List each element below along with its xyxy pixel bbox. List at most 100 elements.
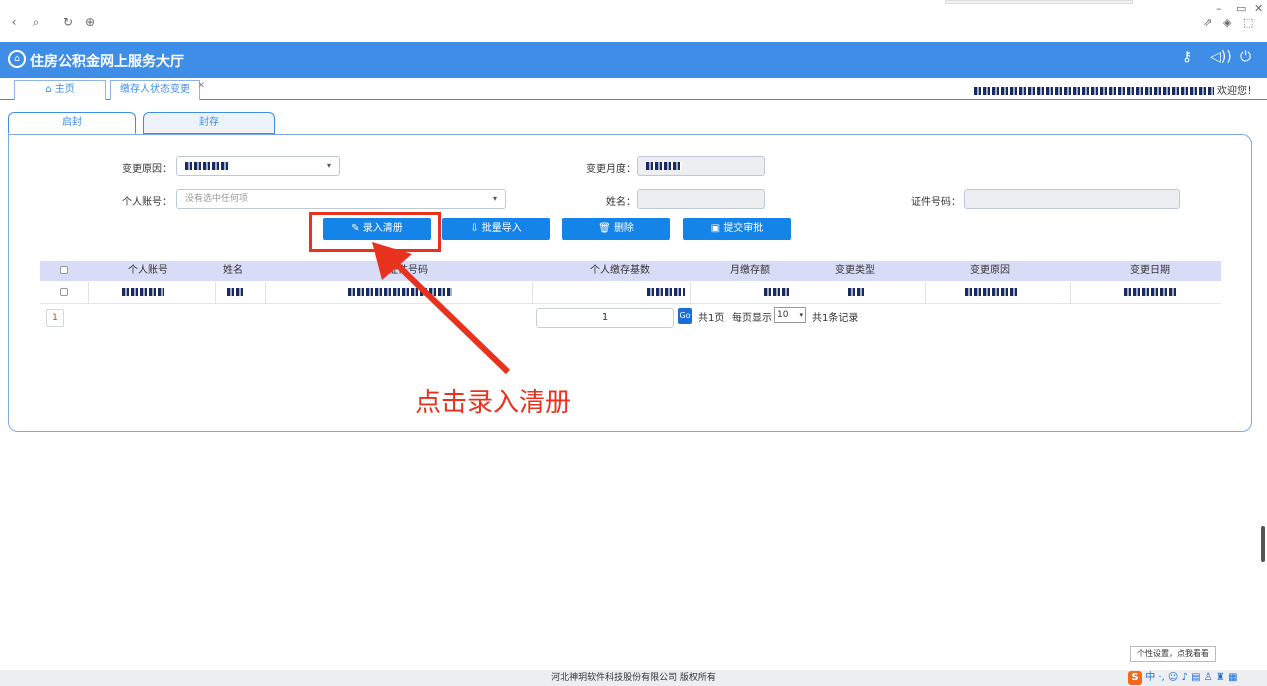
subtab-bar: 启封 封存 [8, 112, 1252, 136]
account-label: 个人账号： [122, 197, 172, 208]
select-all-checkbox[interactable] [52, 261, 76, 281]
user-info-redacted [973, 87, 1214, 95]
col-name: 姓名 [223, 265, 243, 276]
save-icon: ▣ [710, 223, 724, 234]
menu-icon[interactable]: ▦ [1228, 672, 1237, 683]
cell-name-redacted [225, 282, 245, 304]
change-month-value-redacted [646, 161, 682, 170]
cell-monthly-redacted [762, 282, 792, 304]
copyright-text: 河北神玥软件科技股份有限公司 版权所有 [551, 673, 716, 683]
table-row[interactable] [40, 282, 1221, 304]
welcome-text: 欢迎您！ [1217, 86, 1257, 97]
total-records: 共1条记录 [812, 313, 859, 324]
address-bar-dropdown [945, 0, 1133, 4]
subtab-unseal[interactable]: 启封 [8, 112, 136, 134]
pager: 1 1 Go 共1页 每页显示 10 ▾ 共1条记录 [40, 305, 1221, 329]
id-number-field[interactable] [964, 189, 1180, 209]
skin-icon[interactable]: ♜ [1216, 672, 1225, 683]
id-number-label: 证件号码： [911, 197, 961, 208]
row-checkbox[interactable] [52, 282, 76, 304]
back-icon[interactable]: ‹ [4, 10, 24, 34]
name-field[interactable] [637, 189, 765, 209]
per-page-select[interactable]: 10 ▾ [774, 307, 806, 323]
account-placeholder: 没有选中任何项 [185, 194, 249, 204]
share-icon[interactable]: ⇗ [1203, 16, 1212, 29]
link-icon[interactable]: ⌕ [26, 10, 46, 34]
restore-button[interactable]: ▭ [1236, 2, 1246, 15]
refresh-icon[interactable]: ↻ [58, 10, 78, 34]
extension-icon[interactable]: ◈ [1223, 16, 1231, 29]
minimize-button[interactable]: – [1216, 2, 1222, 15]
go-button[interactable]: Go [678, 308, 692, 324]
cell-change-type-redacted [846, 282, 866, 304]
account-select[interactable]: 没有选中任何项 ▾ [176, 189, 506, 209]
power-icon[interactable]: ⏻ [1240, 49, 1251, 65]
app-window: ‹ ⌕ ↻ ⊕ – ▭ ✕ ⇗ ◈ ⬚ ⌂ 住房公积金网上服务大厅 ⚷ ◁)) … [0, 0, 1267, 686]
col-change-date: 变更日期 [1130, 265, 1170, 276]
annotation-callout: 点击录入清册 [415, 388, 572, 418]
col-monthly: 月缴存额 [730, 265, 770, 276]
col-change-type: 变更类型 [835, 265, 875, 276]
submit-approval-button[interactable]: ▣ 提交审批 [683, 218, 791, 240]
change-reason-label: 变更原因： [122, 164, 172, 175]
app-header: ⌂ 住房公积金网上服务大厅 ⚷ ◁)) ⏻ [0, 42, 1267, 78]
ime-toolbar[interactable]: S 中 ·, ☺ ♪ ▤ ♙ ♜ ▦ [1128, 669, 1267, 686]
tab-home-label: 主页 [54, 84, 75, 95]
sound-icon[interactable]: ◁)) [1210, 49, 1232, 65]
change-reason-select[interactable]: ▾ [176, 156, 340, 176]
scrollbar[interactable] [1261, 526, 1265, 562]
logo-icon: ⌂ [8, 50, 26, 68]
app-title: 住房公积金网上服务大厅 [30, 54, 184, 70]
cell-change-date-redacted [1120, 282, 1180, 304]
tab-home[interactable]: ⌂ 主页 [14, 80, 106, 100]
punctuation-icon[interactable]: ·, [1158, 672, 1164, 683]
delete-button[interactable]: 🗑 删除 [562, 218, 670, 240]
user-greeting: 欢迎您！ [973, 82, 1257, 97]
user-icon[interactable]: ♙ [1204, 672, 1213, 683]
col-base: 个人缴存基数 [590, 265, 650, 276]
subtab-seal[interactable]: 封存 [143, 112, 275, 134]
globe-icon[interactable]: ⊕ [80, 10, 100, 34]
trash-icon: 🗑 [598, 223, 614, 234]
page-tab-bar: ⌂ 主页 缴存人状态变更 ✕ 欢迎您！ [0, 78, 1267, 100]
change-month-field[interactable] [637, 156, 765, 176]
chevron-down-icon: ▾ [799, 311, 803, 319]
page-jump-input[interactable]: 1 [536, 308, 674, 328]
page-number[interactable]: 1 [46, 309, 64, 327]
cell-base-redacted [645, 282, 687, 304]
chevron-down-icon: ▾ [492, 194, 497, 203]
batch-import-button[interactable]: ⇩ 批量导入 [442, 218, 550, 240]
import-icon: ⇩ [470, 223, 482, 234]
screenshot-icon[interactable]: ⬚ [1243, 16, 1253, 29]
cell-account-redacted [118, 282, 168, 304]
change-reason-value-redacted [185, 161, 229, 170]
footer: 河北神玥软件科技股份有限公司 版权所有 [0, 670, 1267, 686]
change-month-label: 变更月度： [586, 164, 636, 175]
col-account: 个人账号 [128, 265, 168, 276]
per-page-value: 10 [777, 310, 789, 320]
delete-label: 删除 [613, 223, 634, 234]
chevron-down-icon: ▾ [326, 161, 331, 170]
emoji-icon[interactable]: ☺ [1168, 672, 1178, 683]
ime-lang[interactable]: 中 [1145, 672, 1155, 683]
tab-status-change[interactable]: 缴存人状态变更 ✕ [110, 80, 205, 100]
submit-approval-label: 提交审批 [723, 223, 764, 234]
cell-change-reason-redacted [962, 282, 1022, 304]
tab-status-change-label: 缴存人状态变更 [120, 84, 190, 95]
browser-toolbar: ‹ ⌕ ↻ ⊕ – ▭ ✕ ⇗ ◈ ⬚ [0, 0, 1267, 34]
close-tab-icon[interactable]: ✕ [197, 77, 205, 95]
home-icon: ⌂ [45, 84, 55, 95]
total-pages: 共1页 [698, 313, 725, 324]
ime-tooltip: 个性设置，点我看看 [1130, 646, 1216, 662]
sogou-logo-icon: S [1128, 671, 1142, 685]
per-page-label: 每页显示 [732, 313, 772, 324]
table-header: 个人账号 姓名 证件号码 个人缴存基数 月缴存额 变更类型 变更原因 变更日期 [40, 261, 1221, 281]
col-change-reason: 变更原因 [970, 265, 1010, 276]
name-label: 姓名： [606, 197, 636, 208]
annotation-arrow-icon [372, 242, 511, 375]
mic-icon[interactable]: ♪ [1182, 672, 1188, 683]
batch-import-label: 批量导入 [481, 223, 522, 234]
key-icon[interactable]: ⚷ [1182, 49, 1192, 65]
close-button[interactable]: ✕ [1254, 2, 1263, 15]
keyboard-icon[interactable]: ▤ [1191, 672, 1200, 683]
